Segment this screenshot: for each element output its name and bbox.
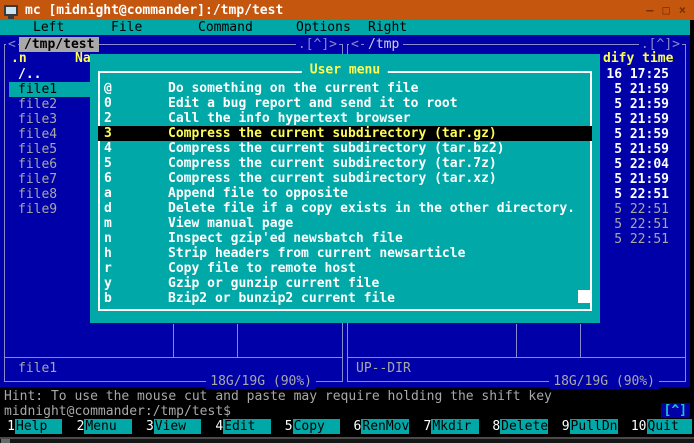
column-separator [173,324,174,358]
user-menu-item[interactable]: dDelete file if a copy exists in the oth… [90,201,600,216]
fkey-copy[interactable]: 5Copy [278,419,347,434]
fkey-help[interactable]: 1Help [0,419,69,434]
menu-left[interactable]: Left [33,20,64,35]
user-menu-item[interactable]: mView manual page [90,216,600,231]
user-menu-item[interactable]: nInspect gzip'ed newsbatch file [90,231,600,246]
right-panel-path[interactable]: /tmp [364,37,403,52]
user-menu-item[interactable]: @Do something on the current file [90,81,600,96]
left-panel-sort-indicator[interactable]: .n [11,51,27,66]
maximize-icon[interactable]: □ [663,0,670,20]
show-panels-badge[interactable]: [^] [661,403,690,418]
user-menu-item[interactable]: rCopy file to remote host [90,261,600,276]
fkey-mkdir[interactable]: 7Mkdir [416,419,485,434]
user-menu-item-selected[interactable]: 3Compress the current subdirectory (tar.… [90,126,600,141]
text-cursor [578,290,590,303]
close-icon[interactable]: × [679,0,686,20]
user-menu-item[interactable]: 0Edit a bug report and send it to root [90,96,600,111]
user-menu-item[interactable]: 4Compress the current subdirectory (tar.… [90,141,600,156]
fkey-pulldn[interactable]: 9PullDn [555,419,624,434]
fkey-renmov[interactable]: 6RenMov [347,419,416,434]
hint-line: Hint: To use the mouse cut and paste may… [4,389,552,404]
terminal-app-icon [4,5,18,16]
right-panel-mini-status: UP--DIR [356,361,411,376]
fkey-edit[interactable]: 4Edit [208,419,277,434]
window-bottom-edge [0,437,694,443]
column-separator [237,324,238,358]
user-menu-item[interactable]: hStrip headers from current newsarticle [90,246,600,261]
right-panel-free-space: 18G/19G (90%) [549,374,659,389]
user-menu-item[interactable]: 5Compress the current subdirectory (tar.… [90,156,600,171]
column-separator [516,324,517,358]
left-panel-corner-marks-icon[interactable]: .[^]> [296,37,339,52]
fkey-delete[interactable]: 8Delete [486,419,555,434]
left-panel-path-tab[interactable]: /tmp/test [19,37,99,52]
left-panel-mini-status: file1 [18,361,57,376]
panel-separator-line [5,357,342,358]
user-menu-item[interactable]: aAppend file to opposite [90,186,600,201]
window-title: mc [midnight@commander]:/tmp/test [25,3,283,18]
fkey-view[interactable]: 3View [139,419,208,434]
user-menu-item[interactable]: 6Compress the current subdirectory (tar.… [90,171,600,186]
window-titlebar: mc [midnight@commander]:/tmp/test – □ × [0,0,694,20]
user-menu-item[interactable]: yGzip or gunzip current file [90,276,600,291]
menu-file[interactable]: File [111,20,142,35]
window-controls: – □ × [646,0,686,20]
column-separator [580,324,581,358]
fkey-quit[interactable]: 10Quit [625,419,694,434]
shell-prompt[interactable]: midnight@commander:/tmp/test$ [4,404,231,419]
menu-command[interactable]: Command [198,20,253,35]
menu-right[interactable]: Right [368,20,407,35]
right-panel-mtime-column-header[interactable]: dify time [603,51,673,66]
left-panel-free-space: 18G/19G (90%) [206,374,316,389]
user-menu-items: @Do something on the current file 0Edit … [90,81,600,306]
menu-options[interactable]: Options [296,20,351,35]
fkey-menu[interactable]: 2Menu [69,419,138,434]
right-panel-corner-marks-icon[interactable]: .[^]> [639,37,682,52]
dialog-title: User menu [302,63,388,78]
function-key-bar: 1Help 2Menu 3View 4Edit 5Copy 6RenMov 7M… [0,419,694,434]
minimize-icon[interactable]: – [646,0,653,20]
user-menu-item[interactable]: 2Call the info hypertext browser [90,111,600,126]
panel-separator-line [348,357,685,358]
menu-bar: Left File Command Options Right [0,20,690,35]
user-menu-item[interactable]: bBzip2 or bunzip2 current file [90,291,600,306]
user-menu-dialog: User menu @Do something on the current f… [90,54,600,323]
